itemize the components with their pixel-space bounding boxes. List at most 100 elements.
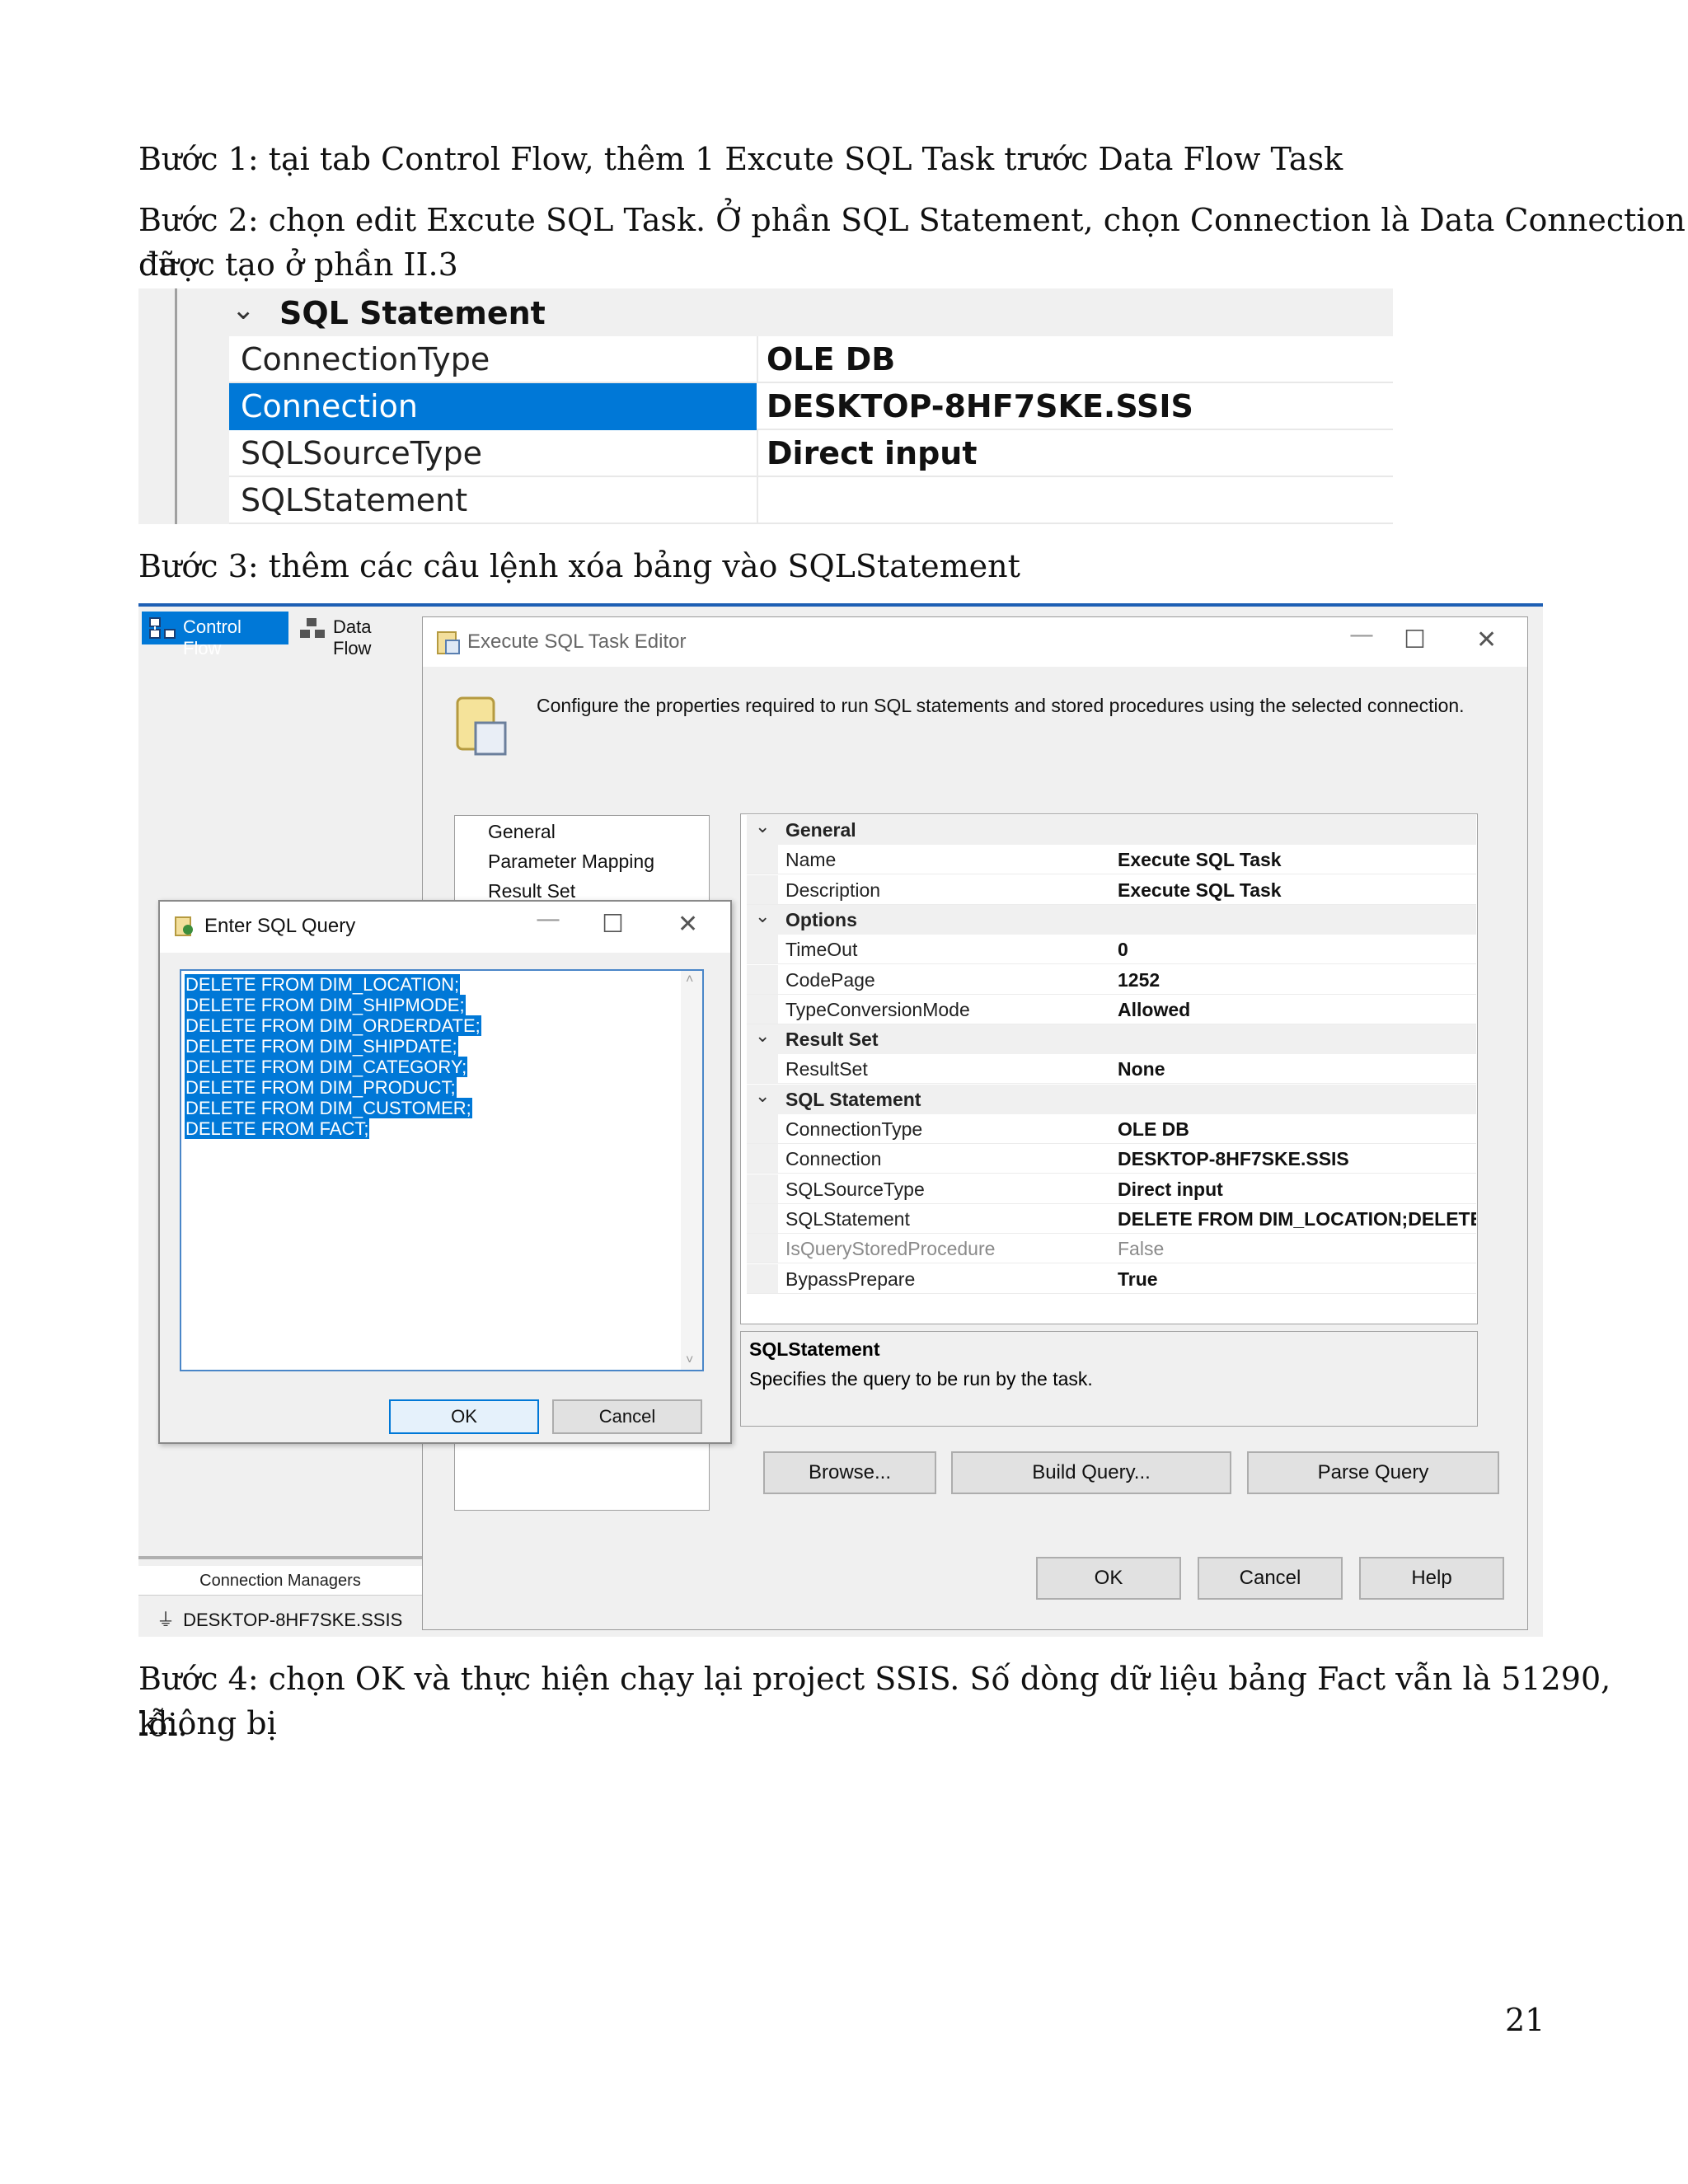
connection-manager-label: DESKTOP-8HF7SKE.SSIS — [183, 1610, 403, 1630]
editor-title: Execute SQL Task Editor — [467, 630, 687, 653]
property-row-sqlstatement[interactable]: SQLStatement — [229, 477, 1393, 524]
property-name: CodePage — [785, 968, 875, 991]
property-row[interactable]: TypeConversionMode Allowed — [747, 994, 1476, 1024]
property-name: ResultSet — [785, 1058, 868, 1080]
property-category[interactable]: ⌄ SQL Statement — [747, 1084, 1476, 1114]
property-category[interactable]: ⌄ Options — [747, 904, 1476, 935]
property-name: SQLSourceType — [241, 435, 482, 471]
property-row[interactable]: Description Execute SQL Task — [747, 874, 1476, 905]
property-value: OLE DB — [1118, 1118, 1189, 1140]
sql-line: DELETE FROM DIM_SHIPMODE; — [185, 995, 466, 1015]
page-number: 21 — [1505, 2002, 1545, 2038]
chevron-down-icon[interactable]: ⌄ — [755, 1086, 770, 1107]
property-name: TimeOut — [785, 939, 858, 961]
ok-button[interactable]: OK — [1036, 1557, 1181, 1600]
sql-line: DELETE FROM DIM_PRODUCT; — [185, 1077, 457, 1098]
tab-data-flow[interactable]: Data Flow — [292, 612, 415, 658]
connection-manager-item[interactable]: ⏚ DESKTOP-8HF7SKE.SSIS — [157, 1605, 402, 1632]
minimize-button[interactable]: — — [536, 905, 560, 934]
tab-control-flow[interactable]: Control Flow — [142, 612, 288, 658]
property-name: SQL Statement — [785, 1088, 921, 1110]
property-name: Description — [785, 879, 881, 901]
property-value: Execute SQL Task — [1118, 849, 1282, 871]
sql-line: DELETE FROM DIM_ORDERDATE; — [185, 1015, 481, 1036]
sql-line: DELETE FROM FACT; — [185, 1118, 370, 1139]
property-row-connection[interactable]: Connection DESKTOP-8HF7SKE.SSIS — [229, 383, 1393, 430]
tab-label: Data Flow — [333, 616, 372, 658]
property-value: OLE DB — [767, 341, 896, 377]
ssis-editor-screenshot: Control Flow Data Flow Connection Manage… — [138, 603, 1543, 1637]
category-label: SQL Statement — [279, 295, 546, 331]
property-value: 1252 — [1118, 968, 1160, 991]
help-title: SQLStatement — [749, 1338, 880, 1360]
property-name: SQLSourceType — [785, 1178, 925, 1200]
property-name: IsQueryStoredProcedure — [785, 1238, 996, 1260]
dialog-ok-button[interactable]: OK — [389, 1399, 539, 1434]
property-name: Connection — [241, 388, 419, 424]
sql-line: DELETE FROM DIM_CATEGORY; — [185, 1057, 468, 1077]
property-value: False — [1118, 1238, 1165, 1260]
sql-statement-property-grid: ⌄ SQL Statement ConnectionType OLE DB Co… — [138, 288, 1393, 524]
scroll-up-icon[interactable]: ˄ — [686, 972, 693, 987]
scrollbar[interactable]: ˄ ˅ — [681, 971, 702, 1370]
maximize-button[interactable]: ☐ — [602, 910, 624, 939]
browse-button[interactable]: Browse... — [763, 1451, 936, 1494]
nav-item-general[interactable]: General — [488, 821, 556, 843]
property-row[interactable]: ConnectionType OLE DB — [747, 1114, 1476, 1144]
property-value: Execute SQL Task — [1118, 879, 1282, 901]
property-row-connectiontype[interactable]: ConnectionType OLE DB — [229, 336, 1393, 383]
sql-query-icon — [175, 916, 193, 936]
sql-line: DELETE FROM DIM_SHIPDATE; — [185, 1036, 458, 1057]
help-button[interactable]: Help — [1359, 1557, 1504, 1600]
property-name: Name — [785, 849, 837, 871]
property-row[interactable]: SQLStatement DELETE FROM DIM_LOCATION;DEL… — [747, 1203, 1476, 1234]
build-query-button[interactable]: Build Query... — [951, 1451, 1231, 1494]
chevron-down-icon[interactable]: ⌄ — [755, 1026, 770, 1047]
scroll-down-icon[interactable]: ˅ — [686, 1353, 693, 1368]
database-connection-icon: ⏚ — [157, 1610, 176, 1630]
parse-query-button[interactable]: Parse Query — [1247, 1451, 1499, 1494]
property-value: Allowed — [1118, 998, 1191, 1020]
nav-item-result-set[interactable]: Result Set — [488, 880, 575, 902]
connection-managers-header: Connection Managers — [138, 1566, 422, 1596]
editor-description: Configure the properties required to run… — [537, 695, 1465, 716]
property-category[interactable]: ⌄ Result Set — [747, 1024, 1476, 1055]
chevron-down-icon[interactable]: ⌄ — [232, 293, 256, 326]
property-row[interactable]: SQLSourceType Direct input — [747, 1174, 1476, 1204]
dialog-cancel-button[interactable]: Cancel — [552, 1399, 702, 1434]
property-row[interactable]: TimeOut 0 — [747, 935, 1476, 965]
property-name: BypassPrepare — [785, 1268, 916, 1290]
property-row-sqlsourcetype[interactable]: SQLSourceType Direct input — [229, 430, 1393, 477]
sql-line: DELETE FROM DIM_LOCATION; — [185, 974, 461, 995]
property-value: Direct input — [1118, 1178, 1223, 1200]
sql-query-textarea[interactable]: DELETE FROM DIM_LOCATION; DELETE FROM DIM… — [180, 969, 704, 1371]
sql-text: DELETE FROM DIM_LOCATION; DELETE FROM DIM… — [185, 974, 481, 1139]
cancel-button[interactable]: Cancel — [1198, 1557, 1343, 1600]
property-value: True — [1118, 1268, 1158, 1290]
enter-sql-query-dialog: Enter SQL Query — ☐ ✕ DELETE FROM DIM_LO… — [158, 900, 732, 1444]
property-row[interactable]: Connection DESKTOP-8HF7SKE.SSIS — [747, 1144, 1476, 1174]
category-sql-statement[interactable]: ⌄ SQL Statement — [177, 288, 1393, 336]
chevron-down-icon[interactable]: ⌄ — [755, 817, 770, 837]
property-name: Options — [785, 908, 857, 930]
minimize-button[interactable]: — — [1349, 621, 1374, 649]
data-flow-icon — [300, 618, 325, 638]
close-button[interactable]: ✕ — [1476, 626, 1497, 654]
property-value: DESKTOP-8HF7SKE.SSIS — [1118, 1148, 1349, 1170]
editor-title-bar: Execute SQL Task Editor — ☐ ✕ — [423, 617, 1527, 667]
property-row[interactable]: BypassPrepare True — [747, 1263, 1476, 1294]
nav-item-parameter-mapping[interactable]: Parameter Mapping — [488, 851, 654, 873]
chevron-down-icon[interactable]: ⌄ — [755, 907, 770, 927]
property-row[interactable]: ResultSet None — [747, 1054, 1476, 1085]
close-button[interactable]: ✕ — [678, 910, 698, 939]
property-value: None — [1118, 1058, 1165, 1080]
step1-text: Bước 1: tại tab Control Flow, thêm 1 Exc… — [138, 141, 1343, 177]
maximize-button[interactable]: ☐ — [1404, 626, 1426, 654]
property-name: SQLStatement — [785, 1207, 910, 1230]
property-row[interactable]: IsQueryStoredProcedure False — [747, 1234, 1476, 1264]
property-row[interactable]: Name Execute SQL Task — [747, 845, 1476, 875]
property-row[interactable]: CodePage 1252 — [747, 964, 1476, 995]
step2-text-line2: được tạo ở phần II.3 — [138, 246, 458, 283]
property-name: SQLStatement — [241, 482, 468, 518]
property-category[interactable]: ⌄ General — [747, 815, 1476, 845]
